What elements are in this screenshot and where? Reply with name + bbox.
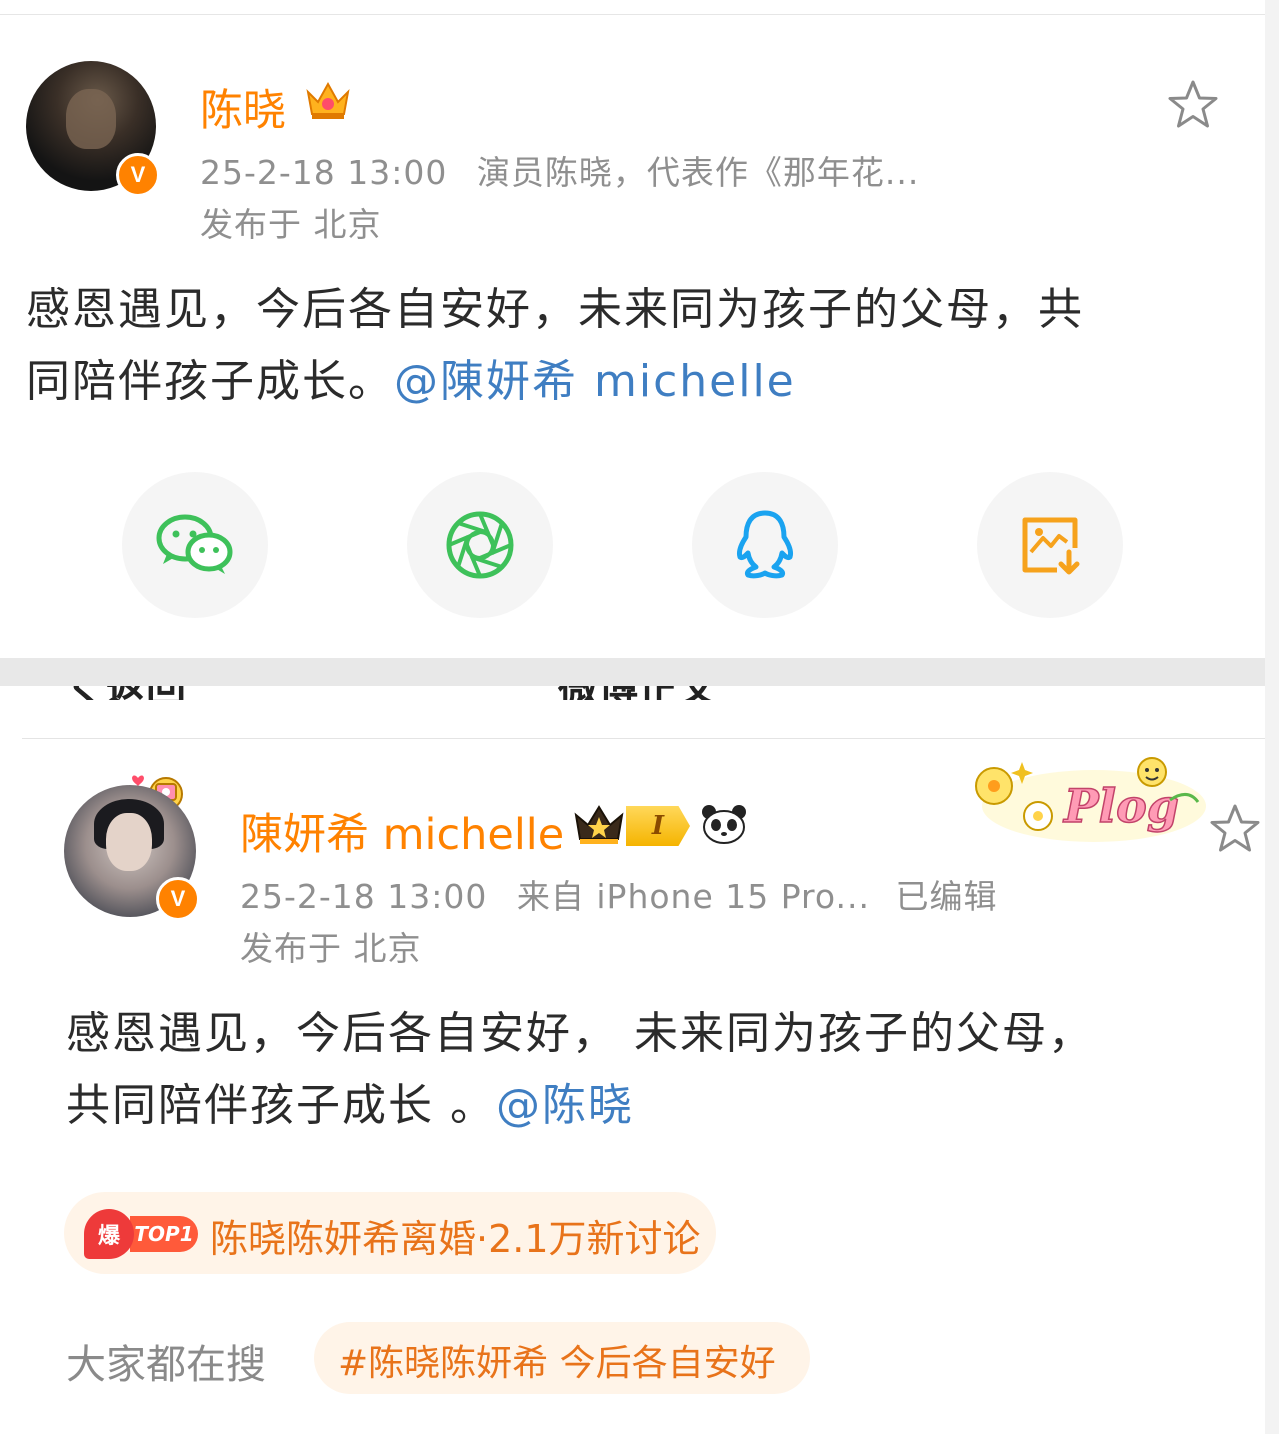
sticker-text: Plog bbox=[1062, 779, 1179, 833]
content-line: 同陪伴孩子成长。@陳妍希 michelle bbox=[26, 346, 1084, 418]
nav-title: 微博正文 bbox=[558, 686, 718, 700]
post-content: 感恩遇见，今后各自安好， 未来同为孩子的父母， 共同陪伴孩子成长 。@陈晓 bbox=[66, 998, 1094, 1142]
content-text: 共同陪伴孩子成长 。 bbox=[66, 1080, 496, 1131]
wechat-icon bbox=[156, 514, 233, 574]
post-location: 发布于 北京 bbox=[240, 929, 422, 968]
top-rank-badge: TOP1 bbox=[130, 1216, 198, 1252]
post-meta: 25-2-18 13:00 演员陈晓，代表作《那年花... bbox=[200, 146, 919, 194]
qq-icon bbox=[737, 510, 793, 579]
content-text: 同陪伴孩子成长。 bbox=[26, 356, 394, 407]
post-source: 来自 iPhone 15 Pro... bbox=[516, 877, 870, 916]
vip-crown-icon bbox=[306, 81, 350, 119]
vip-crown-icon bbox=[574, 805, 624, 844]
share-moments-button[interactable] bbox=[407, 472, 553, 618]
trending-search-label: 大家都在搜 bbox=[66, 1342, 266, 1388]
post-content: 感恩遇见，今后各自安好，未来同为孩子的父母，共 同陪伴孩子成长。@陳妍希 mic… bbox=[26, 274, 1084, 418]
plog-sticker-icon: Plog bbox=[975, 757, 1206, 842]
scroll-gutter bbox=[1265, 0, 1279, 1434]
post-meta: 25-2-18 13:00 来自 iPhone 15 Pro... 已编辑 bbox=[240, 870, 997, 918]
back-button[interactable]: く返回 bbox=[66, 686, 186, 700]
post-timestamp: 25-2-18 13:00 bbox=[200, 153, 448, 192]
post-location: 发布于 北京 bbox=[200, 205, 382, 244]
trending-tag-text[interactable]: #陈晓陈妍希 今后各自安好 bbox=[338, 1334, 776, 1386]
content-line: 感恩遇见，今后各自安好， 未来同为孩子的父母， bbox=[66, 1008, 1094, 1059]
avatar-figure bbox=[106, 813, 152, 871]
save-image-icon bbox=[1022, 517, 1080, 575]
mention-link[interactable]: @陈晓 bbox=[496, 1080, 634, 1131]
share-wechat-button[interactable] bbox=[122, 472, 268, 618]
more-button[interactable]: • • • bbox=[1068, 686, 1173, 700]
save-image-button[interactable] bbox=[977, 472, 1123, 618]
mention-link[interactable]: @陳妍希 michelle bbox=[394, 356, 796, 407]
nav-divider bbox=[22, 738, 1265, 739]
hot-topic-text[interactable]: 陈晓陈妍希离婚·2.1万新讨论 bbox=[210, 1208, 701, 1263]
verified-badge-icon: V bbox=[156, 877, 200, 921]
moments-icon bbox=[446, 511, 514, 579]
post-timestamp: 25-2-18 13:00 bbox=[240, 877, 488, 916]
author-bio: 演员陈晓，代表作《那年花... bbox=[476, 153, 920, 192]
share-qq-button[interactable] bbox=[692, 472, 838, 618]
author-name[interactable]: 陈晓 bbox=[200, 76, 286, 138]
hot-fire-icon: 爆 bbox=[84, 1209, 134, 1259]
panda-icon bbox=[702, 805, 746, 844]
content-line: 共同陪伴孩子成长 。@陈晓 bbox=[66, 1070, 1094, 1142]
favorite-star-icon[interactable] bbox=[1166, 79, 1220, 131]
top-divider bbox=[0, 14, 1265, 15]
favorite-star-icon[interactable] bbox=[1208, 803, 1262, 855]
avatar-figure bbox=[66, 89, 116, 149]
verified-badge-icon: V bbox=[116, 153, 160, 197]
screenshot-seam bbox=[0, 658, 1265, 686]
level-badge: I bbox=[626, 806, 690, 846]
edited-label: 已编辑 bbox=[895, 877, 998, 916]
author-name[interactable]: 陳妍希 michelle bbox=[240, 800, 564, 862]
nav-bar-partial: く返回 微博正文 • • • bbox=[0, 686, 1265, 700]
content-line: 感恩遇见，今后各自安好，未来同为孩子的父母，共 bbox=[26, 284, 1084, 335]
